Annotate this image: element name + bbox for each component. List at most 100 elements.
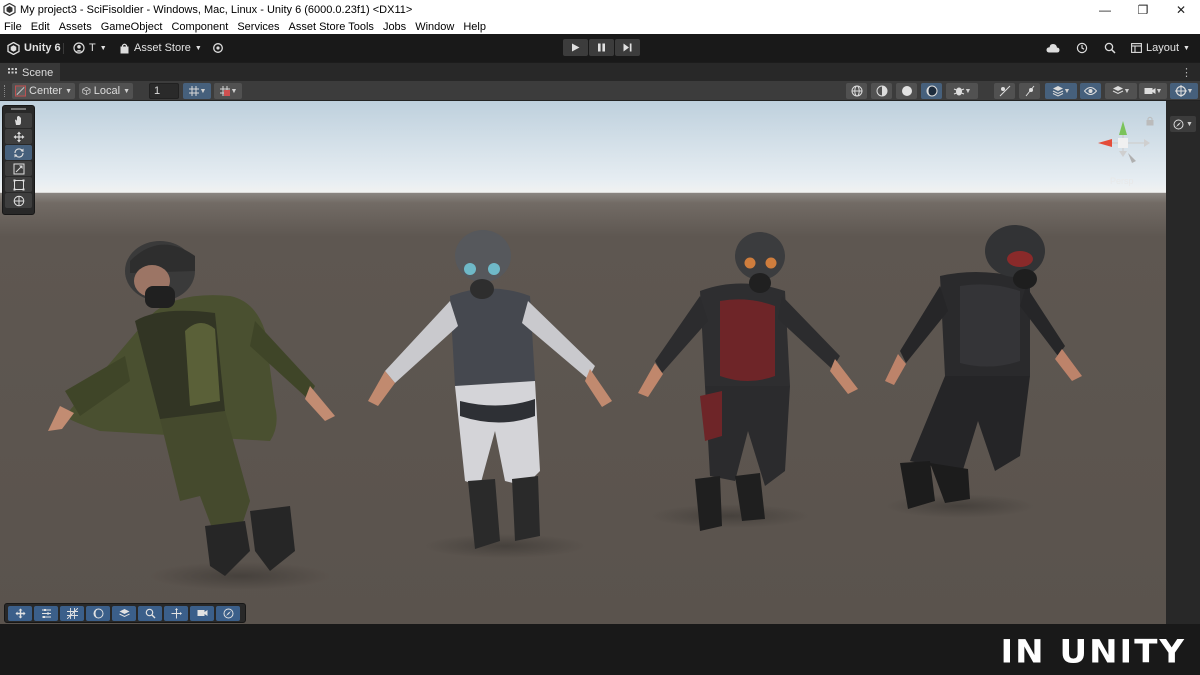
render-mode-dropdown[interactable]: ▼ (946, 83, 978, 99)
hand-tool-button[interactable] (5, 113, 32, 128)
search-overlay-button[interactable] (138, 605, 162, 621)
drag-handle[interactable] (11, 108, 26, 110)
window-title: My project3 - SciFisoldier - Windows, Ma… (20, 3, 413, 16)
overlay-toolbar (4, 603, 246, 623)
history-button[interactable] (1076, 39, 1088, 57)
unity-version-label: Unity 6 (24, 42, 61, 54)
grid-size-field[interactable]: 1 (149, 83, 179, 99)
menu-component[interactable]: Component (167, 21, 233, 33)
half-moon-icon (93, 608, 103, 618)
cloud-button[interactable] (1046, 39, 1060, 57)
soldier-model-red[interactable] (638, 232, 858, 531)
rotate-tool-button[interactable] (5, 145, 32, 160)
transform-tool-button[interactable] (5, 193, 32, 208)
window-title-bar: My project3 - SciFisoldier - Windows, Ma… (0, 0, 1200, 19)
restore-icon[interactable]: ❐ (1124, 0, 1162, 19)
camera-icon (197, 610, 207, 616)
tools-overlay (2, 105, 35, 215)
account-button[interactable]: T ▼ (73, 39, 107, 57)
rotate-icon (13, 147, 24, 158)
grid-overlay-button[interactable] (60, 605, 84, 621)
grid-snap-button[interactable]: ▼ (183, 83, 211, 99)
compass-icon (1173, 119, 1184, 129)
layout-label: Layout (1146, 42, 1180, 54)
hand-icon (15, 116, 21, 125)
wireframe-globe-icon (851, 85, 862, 97)
increment-snap-button[interactable]: ▼ (214, 83, 242, 99)
cloud-sync-button[interactable] (212, 39, 224, 57)
soldier-model-black[interactable] (885, 225, 1082, 518)
gizmos-dropdown[interactable]: ▼ (1170, 83, 1198, 99)
lock-icon[interactable] (1146, 113, 1154, 131)
main-toolbar: Unity 6 T ▼ Asset Store ▼ Layout ▼ (0, 34, 1200, 62)
space-label: Local (93, 85, 121, 97)
lighting-toggle-button[interactable] (1019, 83, 1040, 99)
asset-store-label: Asset Store (134, 42, 191, 54)
space-dropdown[interactable]: Local ▼ (79, 83, 133, 99)
tab-options-icon[interactable]: ⋮ (1181, 66, 1192, 79)
scene-layers-dropdown[interactable]: ▼ (1105, 83, 1137, 99)
unity-version-button[interactable]: Unity 6 (7, 39, 61, 57)
menu-gameobject[interactable]: GameObject (97, 21, 168, 33)
lit-button[interactable] (921, 83, 942, 99)
minimize-icon[interactable]: — (1086, 0, 1124, 19)
tab-scene[interactable]: Scene (0, 63, 60, 82)
menu-window[interactable]: Window (411, 21, 459, 33)
move-overlay-button[interactable] (8, 605, 32, 621)
scale-tool-button[interactable] (5, 161, 32, 176)
camera-settings-dropdown[interactable]: ▼ (1139, 83, 1167, 99)
asset-store-button[interactable]: Asset Store ▼ (119, 39, 202, 57)
menu-assets[interactable]: Assets (55, 21, 97, 33)
lit-overlay-button[interactable] (86, 605, 110, 621)
effects-dropdown[interactable]: ▼ (1045, 83, 1077, 99)
debug-bug-icon (953, 87, 964, 96)
shaded-sphere-icon (901, 86, 912, 96)
move-tool-button[interactable] (5, 129, 32, 144)
menu-edit[interactable]: Edit (27, 21, 55, 33)
play-icon (572, 43, 580, 52)
pause-button[interactable] (589, 39, 614, 56)
menu-services[interactable]: Services (233, 21, 284, 33)
step-button[interactable] (615, 39, 640, 56)
account-icon (73, 42, 85, 54)
chevron-down-icon: ▼ (230, 87, 238, 95)
scene-toolbar: Center ▼ Local ▼ 1 ▼ ▼ ▼ ▼ ▼ ▼ ▼ (0, 81, 1200, 101)
tab-scene-label: Scene (22, 66, 54, 79)
pivot-dropdown[interactable]: Center ▼ (12, 83, 75, 99)
navigate-overlay-button[interactable] (164, 605, 188, 621)
draw-mode-button[interactable] (846, 83, 867, 99)
camera-overlay-button[interactable] (190, 605, 214, 621)
rect-tool-button[interactable] (5, 177, 32, 192)
search-button[interactable] (1104, 39, 1116, 57)
sliders-overlay-button[interactable] (34, 605, 58, 621)
soldier-model-green[interactable] (48, 241, 335, 590)
visibility-button[interactable] (1080, 83, 1101, 99)
menu-jobs[interactable]: Jobs (379, 21, 411, 33)
lit-sphere-icon (926, 85, 937, 97)
rect-icon (13, 179, 24, 190)
step-icon (623, 43, 632, 52)
compass-overlay-button[interactable] (216, 605, 240, 621)
chevron-down-icon: ▼ (1123, 87, 1131, 95)
layers-icon (1052, 86, 1063, 97)
layout-dropdown[interactable]: Layout ▼ (1126, 39, 1192, 57)
brand-watermark: IN UNITY (1000, 633, 1186, 671)
2d-toggle-button[interactable] (994, 83, 1015, 99)
chevron-down-icon: ▼ (1063, 87, 1071, 95)
scene-viewport[interactable]: Persp (0, 101, 1166, 624)
layers-overlay-button[interactable] (112, 605, 136, 621)
search-icon (1104, 42, 1116, 54)
shaded-wireframe-button[interactable] (871, 83, 892, 99)
soldier-model-white[interactable] (368, 230, 612, 558)
layers-icon (118, 608, 130, 617)
menu-file[interactable]: File (0, 21, 27, 33)
chevron-down-icon: ▼ (199, 87, 207, 95)
play-button[interactable] (563, 39, 588, 56)
shopping-bag-icon (120, 43, 129, 53)
close-icon[interactable]: ✕ (1162, 0, 1200, 19)
menu-asset-store-tools[interactable]: Asset Store Tools (285, 21, 379, 33)
menu-help[interactable]: Help (459, 21, 491, 33)
compass-dropdown[interactable]: ▼ (1170, 116, 1196, 132)
projection-label[interactable]: Persp (1110, 176, 1134, 186)
shaded-button[interactable] (896, 83, 917, 99)
